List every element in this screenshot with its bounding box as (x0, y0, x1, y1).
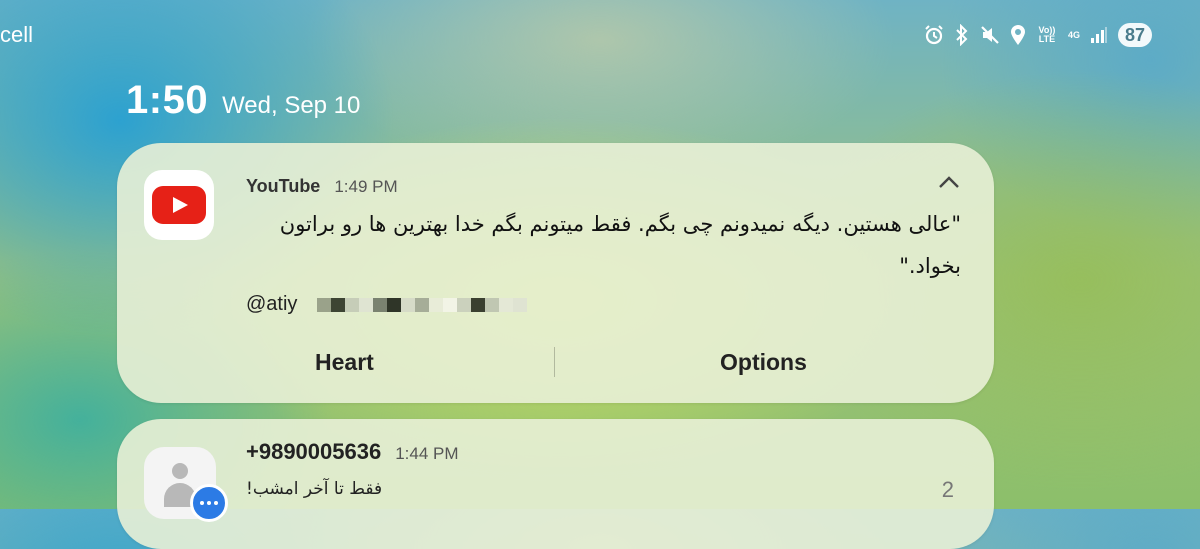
status-icons: Vo)) LTE 4G 87 (924, 22, 1152, 48)
clock-date: Wed, Sep 10 (222, 92, 361, 119)
clock-time: 1:50 (126, 78, 209, 122)
sms-notification[interactable]: +9890005636 1:44 PM فقط تا آخر امشب! 2 (117, 419, 994, 549)
comment-handle: @atiy (246, 293, 528, 316)
notification-time: 1:49 PM (334, 177, 398, 196)
notification-actions: Heart Options (117, 343, 994, 383)
sms-preview: فقط تا آخر امشب! (246, 479, 383, 499)
notification-message: "عالی هستین. دیگه نمیدونم چی بگم. فقط می… (279, 212, 961, 278)
youtube-icon (144, 170, 214, 240)
message-count-badge: 2 (941, 477, 954, 502)
messages-app-icon (190, 484, 228, 522)
4g-icon: 4G (1067, 29, 1080, 40)
volte-icon: Vo)) LTE (1038, 25, 1056, 44)
handle-text: @atiy (246, 293, 298, 315)
notification-header: YouTube 1:49 PM (246, 176, 398, 197)
redacted-pixels (317, 297, 528, 312)
mute-icon (981, 26, 999, 44)
lockscreen-clock: 1:50 Wed, Sep 10 (126, 78, 360, 123)
bluetooth-icon (956, 24, 968, 46)
alarm-icon (925, 25, 943, 45)
chevron-up-icon[interactable] (938, 174, 960, 190)
status-carrier: cell (0, 22, 34, 47)
sms-header: +9890005636 1:44 PM (246, 439, 459, 465)
action-divider (554, 347, 555, 377)
location-icon (1010, 25, 1025, 45)
heart-button[interactable]: Heart (315, 349, 374, 376)
app-name: YouTube (246, 176, 321, 196)
sender-number: +9890005636 (246, 439, 382, 464)
youtube-notification[interactable]: YouTube 1:49 PM "عالی هستین. دیگه نمیدون… (117, 143, 994, 403)
sms-time: 1:44 PM (395, 444, 459, 463)
battery-icon: 87 (1117, 23, 1152, 47)
signal-icon (1090, 27, 1107, 43)
options-button[interactable]: Options (720, 349, 807, 376)
